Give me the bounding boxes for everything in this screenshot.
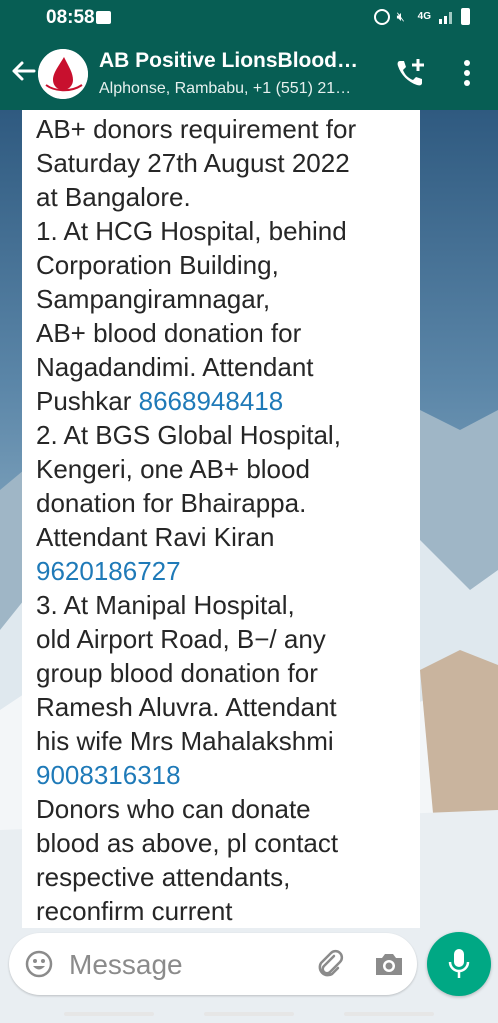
add-call-icon[interactable]	[393, 56, 427, 90]
emoji-icon[interactable]	[24, 949, 54, 979]
group-avatar-icon[interactable]	[38, 49, 88, 99]
message-line: Sampangiramnagar,	[36, 282, 416, 316]
message-line-text: Sampangiramnagar,	[36, 284, 271, 314]
message-line-text: 1. At HCG Hospital, behind	[36, 216, 347, 246]
message-line-text: Ramesh Aluvra. Attendant	[36, 692, 337, 722]
gallery-notification-icon	[96, 11, 111, 24]
message-line: Corporation Building,	[36, 248, 416, 282]
system-nav-bar	[0, 1003, 498, 1023]
message-line: Saturday 27th August 2022	[36, 146, 416, 180]
message-line-text: group blood donation for	[36, 658, 318, 688]
message-line: reconfirm current	[36, 894, 416, 928]
message-line: Pushkar 8668948418	[36, 384, 416, 418]
voice-record-button[interactable]	[427, 932, 491, 996]
message-line: Nagadandimi. Attendant	[36, 350, 416, 384]
message-line: AB+ blood donation for	[36, 316, 416, 350]
phone-number-link[interactable]: 9620186727	[36, 556, 181, 586]
alarm-icon	[373, 8, 390, 25]
message-line-text: donation for Bhairappa.	[36, 488, 307, 518]
message-line-text: Pushkar	[36, 386, 139, 416]
message-line: AB+ donors requirement for	[36, 112, 416, 146]
message-line: Attendant Ravi Kiran	[36, 520, 416, 554]
message-line-text: his wife Mrs Mahalakshmi	[36, 726, 334, 756]
message-line: 9620186727	[36, 554, 416, 588]
message-line-text: AB+ blood donation for	[36, 318, 302, 348]
signal-icon	[439, 11, 452, 24]
chat-participants[interactable]: Alphonse, Rambabu, +1 (551) 21…	[99, 80, 389, 98]
message-line: Ramesh Aluvra. Attendant	[36, 690, 416, 724]
camera-icon[interactable]	[373, 950, 405, 978]
network-type-label: 4G	[417, 10, 431, 22]
message-line: 3. At Manipal Hospital,	[36, 588, 416, 622]
message-line: old Airport Road, B−/ any	[36, 622, 416, 656]
message-line-text: Kengeri, one AB+ blood	[36, 454, 310, 484]
message-line-text: blood as above, pl contact	[36, 828, 339, 858]
message-line: donation for Bhairappa.	[36, 486, 416, 520]
nav-back-button[interactable]	[344, 1012, 434, 1016]
message-line-text: 2. At BGS Global Hospital,	[36, 420, 341, 450]
status-icons: 🔇︎ 4G	[373, 8, 470, 25]
message-line-text: respective attendants,	[36, 862, 291, 892]
message-line-text: at Bangalore.	[36, 182, 191, 212]
message-composer	[9, 933, 417, 995]
nav-home-button[interactable]	[204, 1012, 294, 1016]
status-bar: 08:58 🔇︎ 4G	[0, 0, 498, 36]
message-line: group blood donation for	[36, 656, 416, 690]
nav-recents-button[interactable]	[64, 1012, 154, 1016]
phone-number-link[interactable]: 9008316318	[36, 760, 181, 790]
message-line: 2. At BGS Global Hospital,	[36, 418, 416, 452]
message-line: his wife Mrs Mahalakshmi	[36, 724, 416, 758]
overflow-menu-icon[interactable]	[455, 58, 479, 88]
message-line-text: 3. At Manipal Hospital,	[36, 590, 295, 620]
message-line: respective attendants,	[36, 860, 416, 894]
phone-number-link[interactable]: 8668948418	[139, 386, 284, 416]
mute-icon: 🔇︎	[396, 8, 405, 24]
message-line-text: Attendant Ravi Kiran	[36, 522, 275, 552]
mic-icon	[448, 949, 470, 978]
message-line: 1. At HCG Hospital, behind	[36, 214, 416, 248]
battery-icon	[461, 8, 470, 25]
message-bubble[interactable]: AB+ donors requirement for Saturday 27th …	[22, 110, 420, 928]
back-arrow-icon[interactable]	[8, 56, 38, 86]
message-text: AB+ donors requirement for Saturday 27th …	[36, 112, 416, 928]
message-line: at Bangalore.	[36, 180, 416, 214]
chat-title[interactable]: AB Positive LionsBlood…	[99, 49, 389, 73]
message-line: Kengeri, one AB+ blood	[36, 452, 416, 486]
message-line-text: reconfirm current	[36, 896, 233, 926]
message-line-text: Corporation Building,	[36, 250, 279, 280]
message-line: blood as above, pl contact	[36, 826, 416, 860]
message-line-text: AB+ donors requirement for	[36, 114, 357, 144]
status-time: 08:58	[46, 7, 95, 28]
message-input[interactable]	[67, 943, 311, 987]
message-line: Donors who can donate	[36, 792, 416, 826]
message-line: 9008316318	[36, 758, 416, 792]
message-line-text: Saturday 27th August 2022	[36, 148, 350, 178]
message-line-text: Donors who can donate	[36, 794, 311, 824]
attach-icon[interactable]	[314, 948, 346, 980]
message-line-text: old Airport Road, B−/ any	[36, 624, 326, 654]
chat-header: AB Positive LionsBlood… Alphonse, Rambab…	[0, 36, 498, 110]
message-line-text: Nagadandimi. Attendant	[36, 352, 314, 382]
